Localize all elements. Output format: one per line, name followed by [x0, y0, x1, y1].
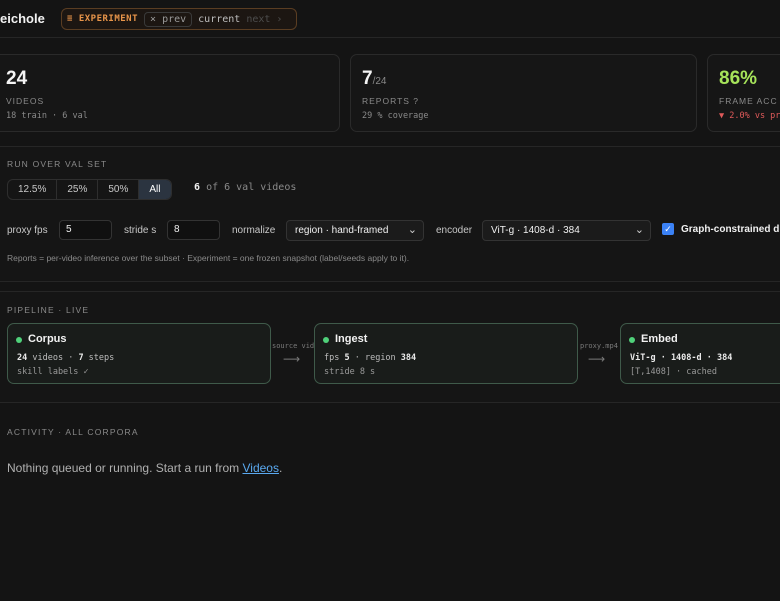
stat-label: REPORTS ? [362, 96, 420, 106]
stat-sub: 29 % coverage [362, 111, 429, 121]
videos-link[interactable]: Videos [242, 461, 278, 475]
node-detail-2: skill labels ✓ [17, 367, 89, 377]
stat-card-videos: 24 VIDEOS 18 train · 6 val [0, 54, 340, 132]
edge-label: proxy.mp4 [580, 342, 618, 350]
normalize-value: region · hand-framed [295, 225, 389, 236]
stat-value: 7/24 [362, 68, 387, 89]
stat-value: 86% [719, 68, 758, 89]
node-title: Embed [641, 333, 678, 345]
graph-constrained-label: Graph-constrained d [681, 224, 780, 235]
stat-sub: ▼ 2.0% vs pr [719, 111, 780, 121]
subset-option-50[interactable]: 50% [98, 180, 140, 199]
subset-option-12-5[interactable]: 12.5% [8, 180, 58, 199]
activity-empty-state: Nothing queued or running. Start a run f… [7, 461, 283, 475]
normalize-label: normalize [232, 225, 276, 236]
node-title: Corpus [28, 333, 67, 345]
stat-sub: 18 train · 6 val [6, 111, 88, 121]
stat-card-frame-acc: 86% FRAME ACC ▼ 2.0% vs pr [707, 54, 780, 132]
pipeline-section-title: PIPELINE · LIVE [7, 305, 90, 315]
stat-card-reports: 7/24 REPORTS ? 29 % coverage [350, 54, 697, 132]
arrow-right-icon: ⟶ [283, 352, 301, 366]
chevron-down-icon: ⌄ [407, 224, 417, 236]
experiment-tag: ≡ EXPERIMENT [67, 14, 139, 24]
stride-input[interactable]: 8 [167, 220, 220, 240]
node-detail: fps 5 · region 384 [324, 353, 417, 363]
status-dot-icon [323, 337, 329, 343]
node-title: Ingest [335, 333, 368, 345]
next-experiment-button[interactable]: next › [246, 14, 282, 25]
proxy-fps-input[interactable]: 5 [59, 220, 112, 240]
encoder-value: ViT-g · 1408-d · 384 [491, 225, 580, 236]
graph-constrained-checkbox[interactable]: ✓ [662, 223, 674, 235]
run-note: Reports = per-video inference over the s… [7, 253, 410, 263]
experiment-switcher[interactable]: ≡ EXPERIMENT × prev current next › [61, 8, 297, 30]
node-detail: ViT-g · 1408-d · 384 [630, 353, 733, 363]
pipeline-node-ingest[interactable]: Ingest fps 5 · region 384 stride 8 s [314, 323, 578, 384]
encoder-select[interactable]: ViT-g · 1408-d · 384 ⌄ [482, 220, 651, 241]
prev-experiment-button[interactable]: × prev [144, 11, 193, 27]
node-detail-2: [T,1408] · cached [630, 367, 717, 377]
subset-option-all[interactable]: All [139, 180, 171, 199]
run-section-title: RUN OVER VAL SET [7, 159, 108, 169]
node-detail-2: stride 8 s [324, 367, 376, 377]
arrow-right-icon: ⟶ [588, 352, 606, 366]
stat-value: 24 [6, 68, 28, 89]
encoder-label: encoder [436, 225, 473, 236]
proxy-fps-label: proxy fps [7, 225, 48, 236]
subset-selector: 12.5% 25% 50% All [7, 179, 172, 200]
stat-label: VIDEOS [6, 96, 45, 106]
pipeline-node-corpus[interactable]: Corpus 24 videos · 7 steps skill labels … [7, 323, 271, 384]
status-dot-icon [629, 337, 635, 343]
stat-label: FRAME ACC [719, 96, 778, 106]
activity-section-title: ACTIVITY · ALL CORPORA [7, 427, 139, 437]
status-dot-icon [16, 337, 22, 343]
current-experiment-label: current [198, 13, 241, 25]
top-bar: eichole ≡ EXPERIMENT × prev current next… [0, 0, 780, 38]
pipeline-node-embed[interactable]: Embed ViT-g · 1408-d · 384 [T,1408] · ca… [620, 323, 780, 384]
stat-suffix: /24 [372, 76, 387, 87]
video-count: 6 of 6 val videos [194, 182, 297, 193]
subset-option-25[interactable]: 25% [57, 180, 99, 199]
app-title[interactable]: eichole [0, 11, 45, 26]
node-detail: 24 videos · 7 steps [17, 353, 115, 363]
stride-label: stride s [124, 225, 157, 236]
normalize-select[interactable]: region · hand-framed ⌄ [286, 220, 424, 241]
edge-label: source video [272, 342, 314, 350]
chevron-down-icon: ⌄ [634, 224, 644, 236]
